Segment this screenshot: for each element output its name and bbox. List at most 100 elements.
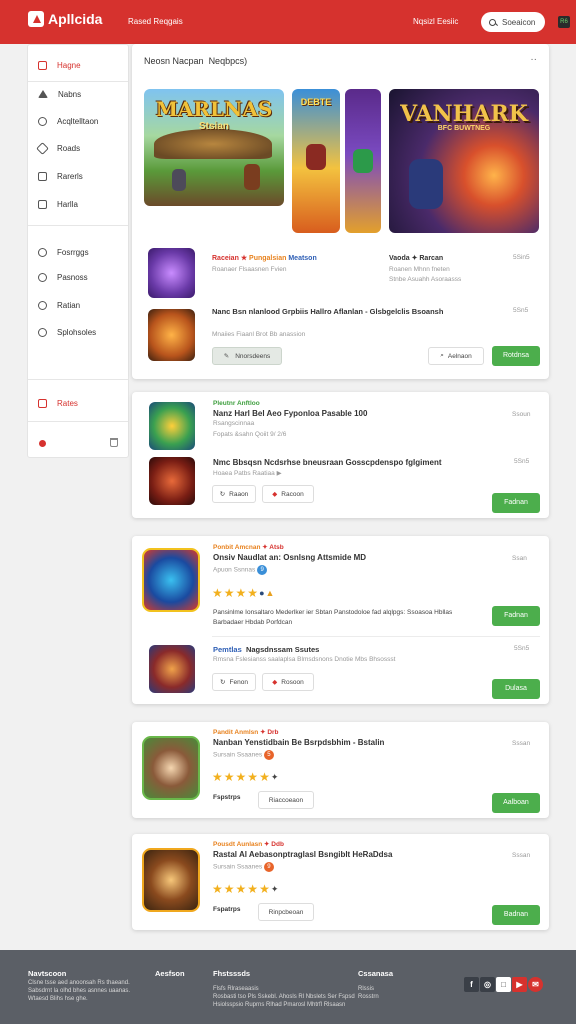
row-title[interactable]: Nanban Yenstidbain Be Bsrpdsbhim - Bstal… <box>213 738 384 747</box>
sidebar-item-label: Rarerls <box>57 171 83 181</box>
game-thumbnail[interactable] <box>148 309 195 361</box>
row-time: Ssoun <box>512 411 531 418</box>
featured-right-button[interactable]: Rotdnsa <box>492 346 540 366</box>
banner-2-title: DEBTE <box>300 97 332 107</box>
game-thumbnail[interactable] <box>149 457 195 505</box>
button-label: Fenon <box>229 678 248 686</box>
action-button[interactable]: Riaccoeaon <box>258 791 314 809</box>
star-icon: ★ <box>259 770 270 784</box>
footer-link[interactable]: Rosbasti tso Pls Sskebl. Ahosls Rl Nbsle… <box>213 994 355 1000</box>
get-button[interactable]: Fadnan <box>492 606 540 626</box>
action-button[interactable]: ↻ Raaon <box>212 485 256 503</box>
sidebar-item-rarerls[interactable]: Rarerls <box>28 165 128 187</box>
row-meta: Sursain Ssaanes 5 <box>213 750 274 760</box>
featured-banner-3[interactable] <box>345 89 381 233</box>
app-logo[interactable]: Apllcida <box>28 11 102 27</box>
action-button[interactable]: ↻ Fenon <box>212 673 256 691</box>
action-button[interactable]: ◆ Racoon <box>262 485 314 503</box>
grid-icon <box>38 60 47 70</box>
square-icon[interactable]: □ <box>496 977 511 992</box>
sidebar-item-harlla[interactable]: Harlla <box>28 193 128 215</box>
game-card: Pandit Anmlsn ✦ Drb Nanban Yenstidbain B… <box>132 722 549 818</box>
game-thumbnail[interactable] <box>142 736 200 800</box>
row-meta: Stnbe Asuahh Asoraasss <box>389 276 462 283</box>
sidebar-item-splohsoles[interactable]: Splohsoles <box>28 321 128 343</box>
level-badge: 5 <box>263 750 274 760</box>
circle-icon <box>38 116 47 126</box>
button-label: Aelnaon <box>447 352 472 360</box>
header-account-link[interactable]: Nqsizl Eesiic <box>413 17 458 26</box>
sidebar-item-label: Ratian <box>57 300 81 310</box>
star-icon: ★ <box>223 770 235 784</box>
get-button[interactable]: Badnan <box>492 905 540 925</box>
featured-title: Neosn Nacpan Neqbpcs) <box>144 56 248 66</box>
get-button[interactable]: Fadnan <box>492 493 540 513</box>
header-nav-link[interactable]: Rased Reqgais <box>128 17 183 26</box>
banner-1-subtitle: Stsian <box>198 121 229 132</box>
row-title[interactable]: Vaoda ✦ Rarcan <box>389 254 443 262</box>
sidebar-item-roads[interactable]: Roads <box>28 137 128 159</box>
sidebar-item-label: Fosrrggs <box>57 247 89 257</box>
game-thumbnail[interactable] <box>149 645 195 693</box>
sidebar-item-fosrrggs[interactable]: Fosrrggs <box>28 241 128 263</box>
footer-col2-title[interactable]: Aesfson <box>155 969 185 978</box>
footer-link[interactable]: Rosstrn <box>358 994 379 1000</box>
globe-icon[interactable]: ◎ <box>480 977 495 992</box>
footer-link[interactable]: Rlssis <box>358 986 374 992</box>
footer-col3-title: Fhstsssds <box>213 969 251 978</box>
record-dot-icon[interactable] <box>39 440 46 447</box>
game-thumbnail[interactable] <box>148 248 195 298</box>
row-meta: Roanen Mhnn fneten <box>389 266 450 273</box>
search-button[interactable]: Soeaicon <box>481 12 545 32</box>
action-button[interactable]: Rinpcbeoan <box>258 903 314 921</box>
sidebar-item-ratian[interactable]: Ratian <box>28 294 128 316</box>
row-category: Pousdt Aunlasn ✦ Ddb <box>213 841 284 848</box>
castle-art <box>154 129 272 159</box>
more-options-icon[interactable]: ·· <box>530 54 537 65</box>
refresh-icon: ↻ <box>220 679 226 686</box>
youtube-icon[interactable]: ▶ <box>512 977 527 992</box>
sidebar-item-acqltelltaon[interactable]: Acqltelltaon <box>28 110 128 132</box>
row-meta: Roanaer Flsaasnen Fvien <box>212 266 287 273</box>
sidebar-item-rates[interactable]: Rates <box>28 392 128 414</box>
featured-banner-1[interactable]: MARLNAS Stsian <box>144 89 284 206</box>
sidebar-item-nabns[interactable]: Nabns <box>28 83 128 105</box>
people-icon <box>38 300 47 310</box>
button-label: Racoon <box>281 490 304 498</box>
trophy-icon: ▲ <box>265 588 275 598</box>
get-button[interactable]: Dulasa <box>492 679 540 699</box>
row-title[interactable]: Nmc Bbsqsn Ncdsrhse bneusraan Gosscpdens… <box>213 458 442 467</box>
chat-icon[interactable]: ✉ <box>528 977 543 992</box>
level-badge: 9 <box>257 565 268 575</box>
featured-left-button[interactable]: ✎ Nnorsdeens <box>212 347 282 365</box>
footer-link[interactable]: Flsfs Rlraseaasis <box>213 986 259 992</box>
game-thumbnail[interactable] <box>142 548 200 612</box>
game-thumbnail[interactable] <box>149 402 195 450</box>
game-card: Ponbit Amcnan ✦ Atsb Onsiv Naudlat an: O… <box>132 536 549 704</box>
row-title[interactable]: Rastal Al Aebasonptraglasl Bsngiblt HeRa… <box>213 850 392 859</box>
sidebar-item-label: Harlla <box>57 199 78 209</box>
row-title[interactable]: Onsiv Naudlat an: Osnlsng Attsmide MD <box>213 553 366 562</box>
row-meta: Rmsna Fslesianss saalaplsa Blmsdsnons Dn… <box>213 656 396 663</box>
row-label: Fspatrps <box>213 906 241 913</box>
divider <box>212 636 540 637</box>
featured-banner-2[interactable]: DEBTE <box>292 89 340 233</box>
get-button[interactable]: Aalboan <box>492 793 540 813</box>
row-title[interactable]: Nanz Harl Bel Aeo Fyponloa Pasable 100 <box>213 409 367 418</box>
featured-mid-button[interactable]: ⌕ Aelnaon <box>428 347 484 365</box>
footer-link[interactable]: Hsiolsspsio Ruprns Rlhad Pmarosl Mhtrfl … <box>213 1002 345 1008</box>
sidebar-item-pasnoss[interactable]: Pasnoss <box>28 266 128 288</box>
featured-banner-4[interactable]: VANHARK BFC BUWTNEG <box>389 89 539 233</box>
row-time: Sssan <box>512 740 531 747</box>
sidebar-item-hagne[interactable]: Hagne <box>28 54 128 76</box>
level-badge: 9 <box>263 862 274 872</box>
game-thumbnail[interactable] <box>142 848 200 912</box>
facebook-icon[interactable]: f <box>464 977 479 992</box>
trash-icon[interactable] <box>110 438 118 447</box>
row-title[interactable]: Nanc Bsn nlanlood Grpbiis Hallro Aflanla… <box>212 307 462 317</box>
action-button[interactable]: ◆ Rosoon <box>262 673 314 691</box>
header-badge[interactable]: R6 <box>558 16 570 28</box>
sidebar-item-label: Acqltelltaon <box>57 116 99 126</box>
row-title[interactable]: Pemtlas Nagsdnssam Ssutes <box>213 645 319 654</box>
banner-4-title: VANHARK <box>400 101 528 127</box>
